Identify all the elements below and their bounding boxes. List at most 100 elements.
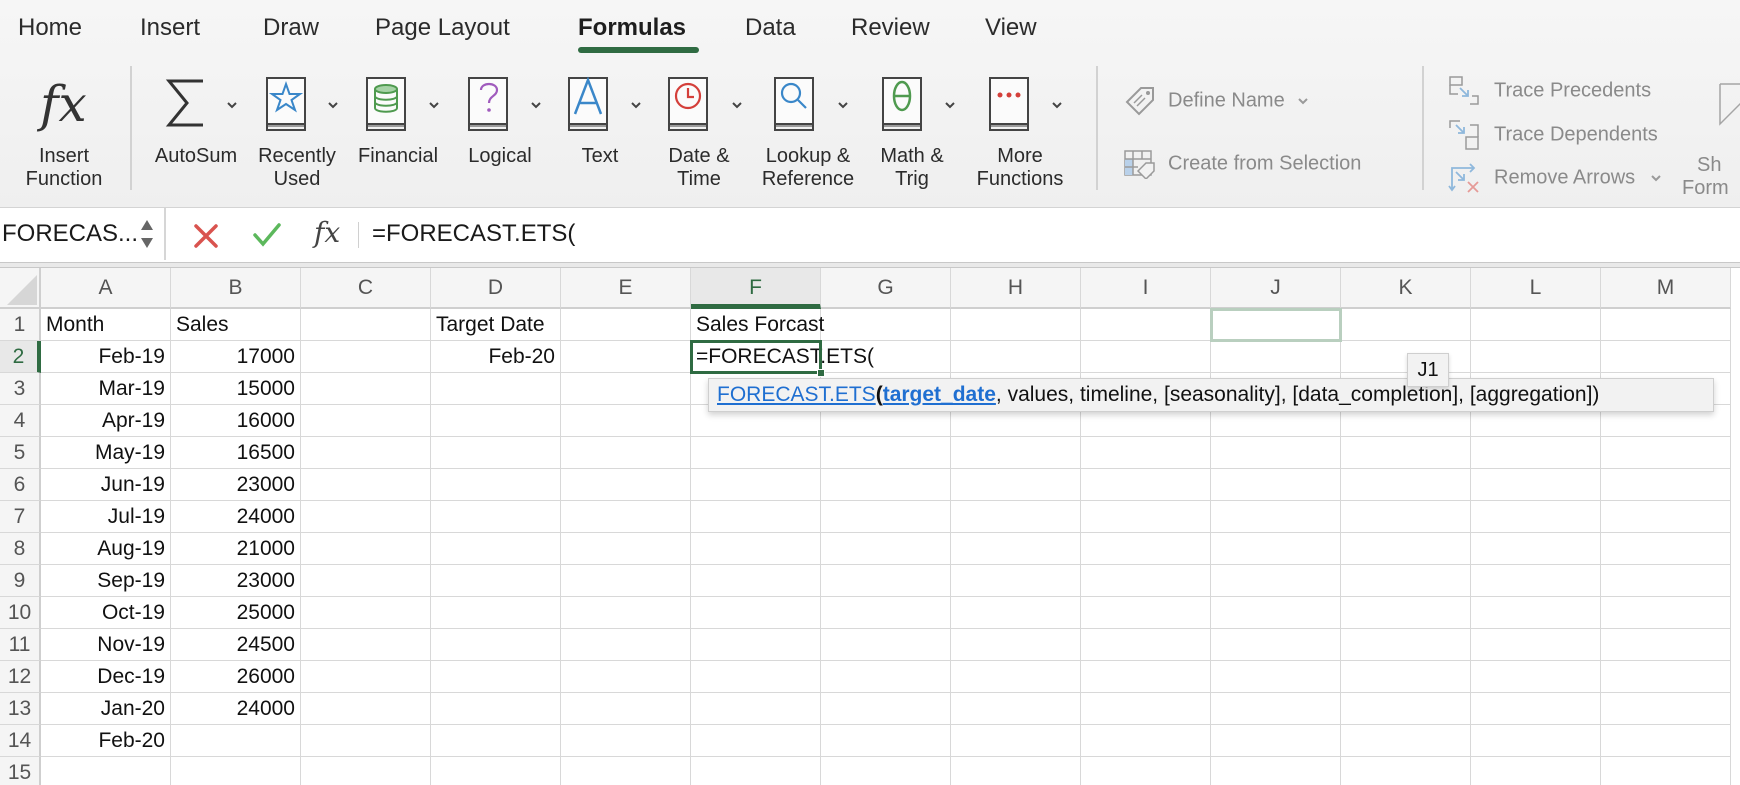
cell-k6[interactable]	[1341, 469, 1471, 501]
cell-b3[interactable]: 15000	[171, 373, 301, 405]
cell-c4[interactable]	[301, 405, 431, 437]
chevron-down-icon[interactable]	[732, 100, 742, 110]
cell-a2[interactable]: Feb-19	[41, 341, 171, 373]
cell-d10[interactable]	[431, 597, 561, 629]
cell-l12[interactable]	[1471, 661, 1601, 693]
cell-d6[interactable]	[431, 469, 561, 501]
chevron-down-icon[interactable]	[429, 100, 439, 110]
cell-f12[interactable]	[691, 661, 821, 693]
row-header-4[interactable]: 4	[0, 405, 41, 437]
cell-c13[interactable]	[301, 693, 431, 725]
cell-m2[interactable]	[1601, 341, 1731, 373]
cell-k11[interactable]	[1341, 629, 1471, 661]
cell-a10[interactable]: Oct-19	[41, 597, 171, 629]
cell-k9[interactable]	[1341, 565, 1471, 597]
dots-book-button[interactable]: More Functions	[0, 0, 1063, 190]
cell-e1[interactable]	[561, 309, 691, 341]
cell-b4[interactable]: 16000	[171, 405, 301, 437]
cell-i13[interactable]	[1081, 693, 1211, 725]
cell-h7[interactable]	[951, 501, 1081, 533]
cell-a8[interactable]: Aug-19	[41, 533, 171, 565]
cell-g12[interactable]	[821, 661, 951, 693]
cell-f9[interactable]	[691, 565, 821, 597]
cell-l2[interactable]	[1471, 341, 1601, 373]
cell-d8[interactable]	[431, 533, 561, 565]
column-header-e[interactable]: E	[561, 268, 691, 309]
tab-draw[interactable]: Draw	[263, 14, 319, 42]
cell-m10[interactable]	[1601, 597, 1731, 629]
cell-g5[interactable]	[821, 437, 951, 469]
cell-k12[interactable]	[1341, 661, 1471, 693]
fill-handle[interactable]	[817, 369, 825, 377]
cell-c10[interactable]	[301, 597, 431, 629]
cell-k13[interactable]	[1341, 693, 1471, 725]
cell-b8[interactable]: 21000	[171, 533, 301, 565]
cell-i9[interactable]	[1081, 565, 1211, 597]
row-header-2[interactable]: 2	[0, 341, 41, 373]
cell-d5[interactable]	[431, 437, 561, 469]
cell-g9[interactable]	[821, 565, 951, 597]
cell-h10[interactable]	[951, 597, 1081, 629]
cell-h6[interactable]	[951, 469, 1081, 501]
cell-d15[interactable]	[431, 757, 561, 785]
cell-a6[interactable]: Jun-19	[41, 469, 171, 501]
cell-g13[interactable]	[821, 693, 951, 725]
cell-g10[interactable]	[821, 597, 951, 629]
cell-l8[interactable]	[1471, 533, 1601, 565]
column-header-m[interactable]: M	[1601, 268, 1731, 309]
cell-a11[interactable]: Nov-19	[41, 629, 171, 661]
cell-c5[interactable]	[301, 437, 431, 469]
cell-c14[interactable]	[301, 725, 431, 757]
cell-c11[interactable]	[301, 629, 431, 661]
cell-g14[interactable]	[821, 725, 951, 757]
cell-m5[interactable]	[1601, 437, 1731, 469]
cell-a14[interactable]: Feb-20	[41, 725, 171, 757]
cell-l9[interactable]	[1471, 565, 1601, 597]
cell-g6[interactable]	[821, 469, 951, 501]
row-header-5[interactable]: 5	[0, 437, 41, 469]
cell-i6[interactable]	[1081, 469, 1211, 501]
tab-home[interactable]: Home	[18, 14, 82, 42]
cell-k5[interactable]	[1341, 437, 1471, 469]
cell-i5[interactable]	[1081, 437, 1211, 469]
name-box-dropdown-arrows-icon[interactable]	[139, 216, 155, 252]
cell-j7[interactable]	[1211, 501, 1341, 533]
cell-f14[interactable]	[691, 725, 821, 757]
tab-formulas[interactable]: Formulas	[578, 14, 686, 42]
cell-h12[interactable]	[951, 661, 1081, 693]
cell-f13[interactable]	[691, 693, 821, 725]
column-header-l[interactable]: L	[1471, 268, 1601, 309]
cell-m1[interactable]	[1601, 309, 1731, 341]
cell-m9[interactable]	[1601, 565, 1731, 597]
cell-e14[interactable]	[561, 725, 691, 757]
cell-m11[interactable]	[1601, 629, 1731, 661]
cell-h2[interactable]	[951, 341, 1081, 373]
cell-j9[interactable]	[1211, 565, 1341, 597]
cell-f10[interactable]	[691, 597, 821, 629]
row-header-12[interactable]: 12	[0, 661, 41, 693]
cell-j6[interactable]	[1211, 469, 1341, 501]
cell-j5[interactable]	[1211, 437, 1341, 469]
cell-i8[interactable]	[1081, 533, 1211, 565]
autosum-button[interactable]: AutoSum	[150, 70, 250, 200]
cell-f11[interactable]	[691, 629, 821, 661]
name-box[interactable]: FORECAS...	[0, 208, 166, 260]
cell-f5[interactable]	[691, 437, 821, 469]
cell-e5[interactable]	[561, 437, 691, 469]
cell-c15[interactable]	[301, 757, 431, 785]
column-header-d[interactable]: D	[431, 268, 561, 309]
cell-i11[interactable]	[1081, 629, 1211, 661]
tab-data[interactable]: Data	[745, 14, 796, 42]
cell-e4[interactable]	[561, 405, 691, 437]
tooltip-active-argument[interactable]: target_date	[883, 383, 996, 406]
cell-m7[interactable]	[1601, 501, 1731, 533]
cell-c3[interactable]	[301, 373, 431, 405]
cell-h13[interactable]	[951, 693, 1081, 725]
row-header-9[interactable]: 9	[0, 565, 41, 597]
cell-d14[interactable]	[431, 725, 561, 757]
cell-m13[interactable]	[1601, 693, 1731, 725]
cell-f15[interactable]	[691, 757, 821, 785]
cell-a15[interactable]	[41, 757, 171, 785]
cell-b5[interactable]: 16500	[171, 437, 301, 469]
define-name-button[interactable]: Define Name	[1124, 86, 1308, 116]
